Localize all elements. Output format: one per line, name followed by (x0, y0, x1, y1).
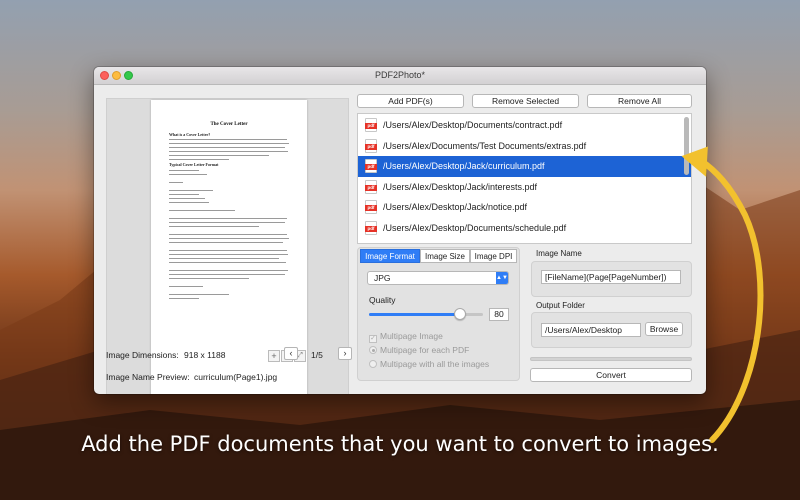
page-indicator: 1/5 (311, 350, 323, 360)
conversion-progress-bar (530, 357, 692, 361)
preview-text-line (169, 202, 209, 204)
preview-text-line (169, 151, 288, 153)
file-list-scrollbar[interactable] (684, 117, 689, 175)
chevron-up-down-icon: ▲▼ (496, 272, 508, 284)
multipage-label: Multipage Image (380, 331, 443, 341)
app-window: PDF2Photo* The Cover Letter What is a Co… (94, 67, 706, 394)
tab-image-format[interactable]: Image Format (360, 249, 420, 263)
preview-text-line (169, 274, 285, 276)
file-row[interactable]: pdf/Users/Alex/Desktop/Documents/contrac… (358, 115, 691, 136)
pdf-icon-label: pdf (365, 143, 377, 150)
browse-button[interactable]: Browse (645, 322, 683, 336)
pdf-icon-label: pdf (365, 225, 377, 232)
quality-label: Quality (369, 295, 396, 305)
caption-text: Add the PDF documents that you want to c… (81, 432, 719, 456)
radio-all-images-label: Multipage with all the images (380, 359, 490, 369)
dimensions-value: 918 x 1188 (184, 350, 226, 360)
preview-text-line (169, 262, 286, 264)
tab-image-dpi[interactable]: Image DPI (470, 249, 517, 263)
file-row[interactable]: pdf/Users/Alex/Desktop/Jack/notice.pdf (358, 197, 691, 218)
title-bar: PDF2Photo* (94, 67, 706, 85)
add-pdfs-button[interactable]: Add PDF(s) (357, 94, 464, 108)
radio-each-pdf-label: Multipage for each PDF (380, 345, 470, 355)
file-row[interactable]: pdf/Users/Alex/Documents/Test Documents/… (358, 136, 691, 157)
convert-button[interactable]: Convert (530, 368, 692, 382)
pdf-icon-label: pdf (365, 164, 377, 170)
preview-text-line (169, 226, 259, 228)
preview-text-line (169, 194, 199, 196)
output-folder-label: Output Folder (536, 301, 585, 310)
dimensions-label: Image Dimensions: (106, 350, 179, 360)
remove-all-button[interactable]: Remove All (587, 94, 692, 108)
file-path: /Users/Alex/Desktop/Jack/interests.pdf (383, 181, 538, 192)
file-path: /Users/Alex/Desktop/Jack/notice.pdf (383, 202, 528, 212)
pdf-icon-label: pdf (365, 184, 377, 191)
preview-text-line (169, 218, 287, 220)
preview-text-line (169, 182, 183, 184)
pdf-file-icon: pdf (365, 159, 377, 173)
preview-text-line (169, 270, 288, 272)
preview-text-line (169, 258, 279, 260)
multipage-checkbox[interactable]: ✓ Multipage Image (369, 331, 443, 343)
preview-text-line (169, 250, 287, 252)
preview-doc-heading: Typical Cover Letter Format (169, 162, 219, 167)
preview-text-line (169, 155, 269, 157)
format-select[interactable]: JPG ▲▼ (367, 271, 509, 285)
preview-text-line (169, 139, 287, 141)
checkmark-icon: ✓ (369, 335, 377, 343)
preview-text-line (169, 190, 213, 192)
pdf-file-icon: pdf (365, 179, 377, 194)
name-preview-value: curriculum(Page1).jpg (194, 372, 278, 382)
radio-selected-icon (369, 346, 377, 354)
radio-multipage-all-images[interactable]: Multipage with all the images (369, 359, 489, 369)
pdf-icon-label: pdf (365, 205, 377, 211)
file-path: /Users/Alex/Desktop/Documents/contract.p… (383, 120, 563, 130)
preview-doc-heading: What is a Cover Letter? (169, 132, 211, 137)
radio-multipage-each-pdf[interactable]: Multipage for each PDF (369, 345, 469, 355)
pdf-file-icon: pdf (365, 220, 377, 235)
preview-text-line (169, 159, 229, 161)
quality-slider-fill (369, 313, 461, 316)
remove-selected-button[interactable]: Remove Selected (472, 94, 579, 108)
image-name-label: Image Name (536, 249, 582, 258)
zoom-in-button[interactable]: + (268, 350, 280, 362)
file-row[interactable]: pdf/Users/Alex/Desktop/Jack/interests.pd… (358, 177, 691, 198)
file-row[interactable]: pdf/Users/Alex/Desktop/Jack/curriculum.p… (358, 156, 691, 177)
pdf-icon-label: pdf (365, 123, 377, 129)
preview-text-line (169, 147, 285, 149)
preview-text-line (169, 238, 289, 240)
radio-unselected-icon (369, 360, 377, 368)
file-path: /Users/Alex/Desktop/Documents/schedule.p… (383, 222, 567, 233)
preview-text-line (169, 254, 288, 256)
preview-text-line (169, 298, 199, 300)
quality-input[interactable]: 80 (489, 308, 509, 321)
format-select-value: JPG (374, 273, 391, 283)
preview-doc-title: The Cover Letter (210, 122, 248, 127)
window-title: PDF2Photo* (374, 70, 426, 80)
preview-text-line (169, 198, 205, 200)
next-page-button[interactable]: › (338, 347, 352, 360)
pdf-file-icon: pdf (365, 200, 377, 214)
preview-text-line (169, 294, 229, 296)
preview-text-line (169, 278, 249, 280)
preview-text-line (169, 234, 287, 236)
output-folder-field[interactable]: /Users/Alex/Desktop (541, 323, 641, 337)
image-name-field[interactable]: [FileName](Page[PageNumber]) (541, 270, 681, 284)
preview-text-line (169, 174, 207, 176)
file-row[interactable]: pdf/Users/Alex/Desktop/Documents/schedul… (358, 218, 691, 239)
preview-text-line (169, 242, 283, 244)
preview-text-line (169, 222, 285, 224)
preview-text-line (169, 170, 199, 172)
pdf-file-icon: pdf (365, 138, 377, 153)
preview-text-line (169, 143, 289, 145)
previous-page-button[interactable]: ‹ (284, 347, 298, 360)
preview-text-line (169, 286, 203, 288)
name-preview-label: Image Name Preview: (106, 372, 190, 382)
preview-text-line (169, 210, 235, 212)
pdf-file-icon: pdf (365, 118, 377, 132)
tab-image-size[interactable]: Image Size (420, 249, 470, 263)
file-path: /Users/Alex/Desktop/Jack/curriculum.pdf (383, 161, 545, 171)
file-path: /Users/Alex/Documents/Test Documents/ext… (383, 140, 587, 151)
pdf-file-list[interactable]: pdf/Users/Alex/Desktop/Documents/contrac… (357, 113, 692, 244)
